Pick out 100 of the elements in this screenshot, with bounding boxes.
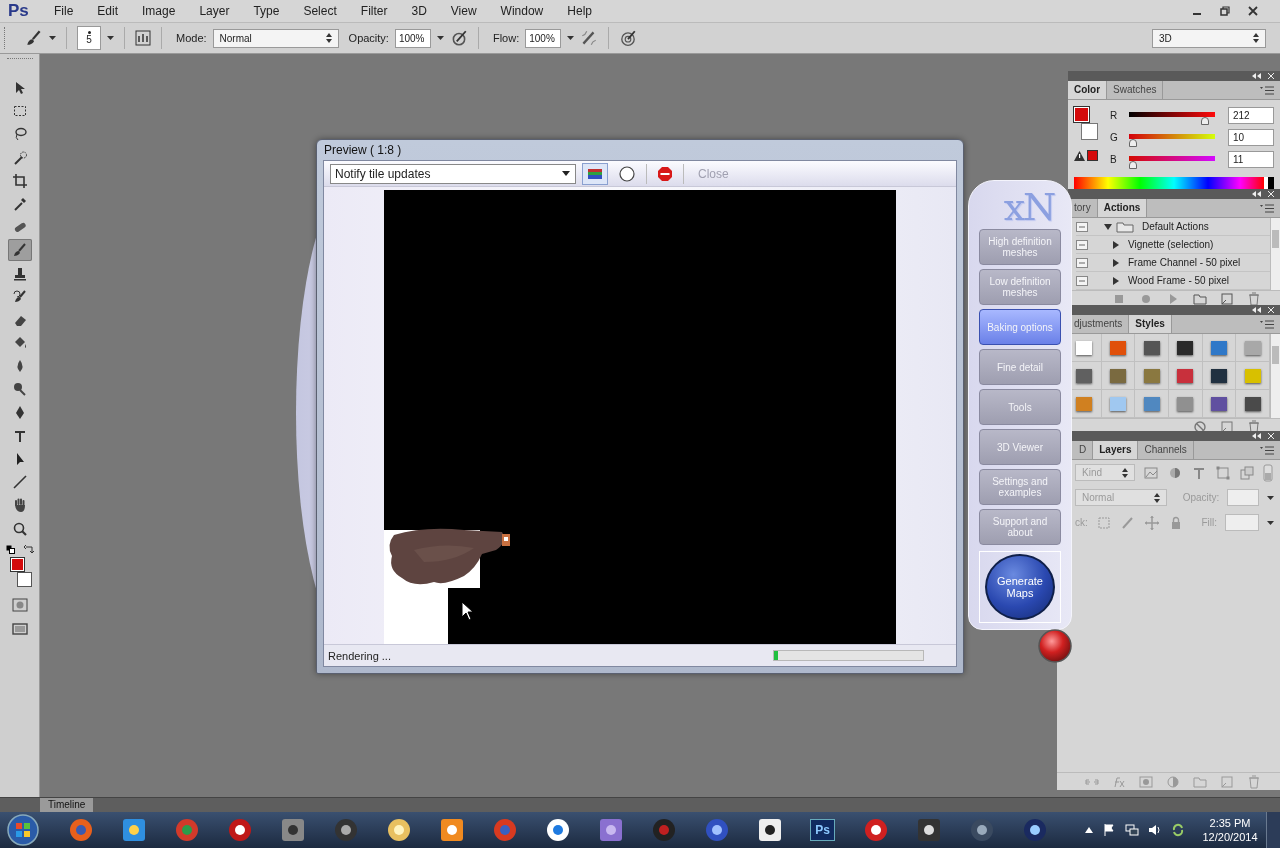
style-swatch[interactable] xyxy=(1244,340,1261,355)
notify-select[interactable]: Notify tile updates xyxy=(330,163,576,184)
style-swatch[interactable] xyxy=(1177,396,1194,411)
collapse-icon[interactable] xyxy=(1252,433,1262,439)
default-colors-icon[interactable] xyxy=(5,544,16,555)
slider-thumb[interactable] xyxy=(1128,139,1137,147)
menu-item[interactable]: Layer xyxy=(187,2,242,20)
airbrush-icon[interactable] xyxy=(580,29,599,47)
menu-item[interactable]: Window xyxy=(488,2,556,20)
sync-icon[interactable] xyxy=(1171,823,1185,837)
background-color-swatch[interactable] xyxy=(1081,123,1098,140)
caret-icon[interactable] xyxy=(1267,495,1274,500)
caret-icon[interactable] xyxy=(1267,520,1274,525)
show-hidden-icon[interactable] xyxy=(1085,827,1093,833)
scroll-bar[interactable] xyxy=(1270,218,1280,290)
style-swatch[interactable] xyxy=(1143,368,1160,383)
scroll-bar[interactable] xyxy=(1270,334,1280,418)
clock-date[interactable]: 12/20/2014 xyxy=(1194,830,1266,844)
style-swatch[interactable] xyxy=(1110,340,1126,355)
opacity-field[interactable]: 100% xyxy=(394,28,431,48)
app-icon[interactable] xyxy=(385,817,412,843)
network-icon[interactable] xyxy=(1125,823,1139,837)
style-swatch[interactable] xyxy=(1211,396,1227,411)
slider-thumb[interactable] xyxy=(1128,161,1137,169)
caret-icon[interactable] xyxy=(436,36,444,40)
toggle-item-icon[interactable] xyxy=(1076,239,1088,250)
panel-menu-icon[interactable] xyxy=(1260,446,1274,455)
channel-value-field[interactable]: 11 xyxy=(1228,150,1274,168)
app-button[interactable]: Ps xyxy=(810,819,835,841)
panel-menu-icon[interactable] xyxy=(1260,204,1274,213)
mode-select[interactable]: Normal xyxy=(212,28,339,48)
style-swatch[interactable] xyxy=(1076,396,1093,411)
background-color-swatch[interactable] xyxy=(16,571,32,587)
timeline-tab[interactable]: Timeline xyxy=(40,798,94,812)
flag-icon[interactable] xyxy=(1102,823,1116,837)
brush-icon[interactable] xyxy=(25,29,43,47)
style-swatch[interactable] xyxy=(1211,368,1227,383)
collapsed-triangle-icon[interactable] xyxy=(1112,276,1120,285)
show-desktop-button[interactable] xyxy=(1266,812,1280,848)
style-swatch[interactable] xyxy=(1244,396,1261,411)
style-swatch[interactable] xyxy=(1110,396,1126,411)
brush-icon[interactable] xyxy=(7,239,32,262)
channel-value-field[interactable]: 212 xyxy=(1228,106,1274,124)
folder-icon[interactable] xyxy=(1192,291,1208,307)
action-label[interactable]: Frame Channel - 50 pixel xyxy=(1128,257,1241,268)
toggle-item-icon[interactable] xyxy=(1076,221,1088,232)
menu-item[interactable]: View xyxy=(438,2,489,20)
filter-toggle-icon[interactable] xyxy=(1263,463,1273,482)
app-icon[interactable] xyxy=(915,817,942,843)
gamut-color-swatch[interactable] xyxy=(1087,150,1098,161)
screen-mode-icon[interactable] xyxy=(10,620,29,637)
style-swatch[interactable] xyxy=(1143,340,1160,355)
brush-panel-icon[interactable] xyxy=(135,30,151,46)
menu-item[interactable]: Filter xyxy=(348,2,400,20)
new-item-icon[interactable] xyxy=(1219,291,1235,307)
collapse-icon[interactable] xyxy=(1252,307,1262,313)
panel-tab[interactable]: Styles xyxy=(1129,315,1172,333)
action-label[interactable]: Wood Frame - 50 pixel xyxy=(1128,275,1229,286)
swap-colors-icon[interactable] xyxy=(23,544,34,555)
style-swatch[interactable] xyxy=(1143,396,1160,411)
app-icon[interactable] xyxy=(756,817,783,843)
app-icon[interactable] xyxy=(597,817,624,843)
color-slider[interactable] xyxy=(1126,112,1218,126)
style-swatch[interactable] xyxy=(1076,368,1093,383)
menu-item[interactable]: Edit xyxy=(85,2,131,20)
style-swatch[interactable] xyxy=(1177,340,1194,355)
style-swatch[interactable] xyxy=(1110,368,1126,383)
action-label[interactable]: Default Actions xyxy=(1142,221,1209,232)
slider-thumb[interactable] xyxy=(1201,117,1210,125)
warning-icon[interactable] xyxy=(1074,150,1085,161)
panel-tab[interactable]: Color xyxy=(1068,81,1108,99)
trash-icon[interactable] xyxy=(1246,291,1262,307)
expanded-triangle-icon[interactable] xyxy=(1104,222,1112,231)
color-spectrum[interactable] xyxy=(1074,177,1274,189)
collapsed-triangle-icon[interactable] xyxy=(1112,240,1120,249)
opacity-field[interactable] xyxy=(1227,489,1259,506)
panel-menu-icon[interactable] xyxy=(1260,86,1274,95)
style-swatch[interactable] xyxy=(1177,368,1194,383)
panel-tab[interactable]: Swatches xyxy=(1107,81,1164,99)
caret-icon[interactable] xyxy=(567,36,575,40)
volume-icon[interactable] xyxy=(1148,823,1162,837)
menu-item[interactable]: Type xyxy=(241,2,292,20)
menu-item[interactable]: Image xyxy=(130,2,188,20)
collapsed-triangle-icon[interactable] xyxy=(1112,258,1120,267)
close-icon[interactable] xyxy=(1248,6,1258,16)
fill-field[interactable] xyxy=(1225,514,1259,531)
action-label[interactable]: Vignette (selection) xyxy=(1128,239,1214,250)
color-slider[interactable] xyxy=(1126,156,1218,170)
restore-icon[interactable] xyxy=(1220,6,1230,16)
panel-menu-icon[interactable] xyxy=(1260,320,1274,329)
panel-tab[interactable]: Actions xyxy=(1097,199,1148,217)
collapse-icon[interactable] xyxy=(1252,191,1262,197)
collapse-icon[interactable] xyxy=(1252,73,1262,79)
toggle-item-icon[interactable] xyxy=(1076,257,1088,268)
menu-item[interactable]: File xyxy=(42,2,86,20)
pressure-size-icon[interactable] xyxy=(619,29,638,47)
caret-icon[interactable] xyxy=(49,36,56,40)
ball-icon[interactable] xyxy=(1037,628,1073,664)
flow-field[interactable]: 100% xyxy=(525,28,562,48)
stop-sign-icon[interactable] xyxy=(657,165,673,182)
